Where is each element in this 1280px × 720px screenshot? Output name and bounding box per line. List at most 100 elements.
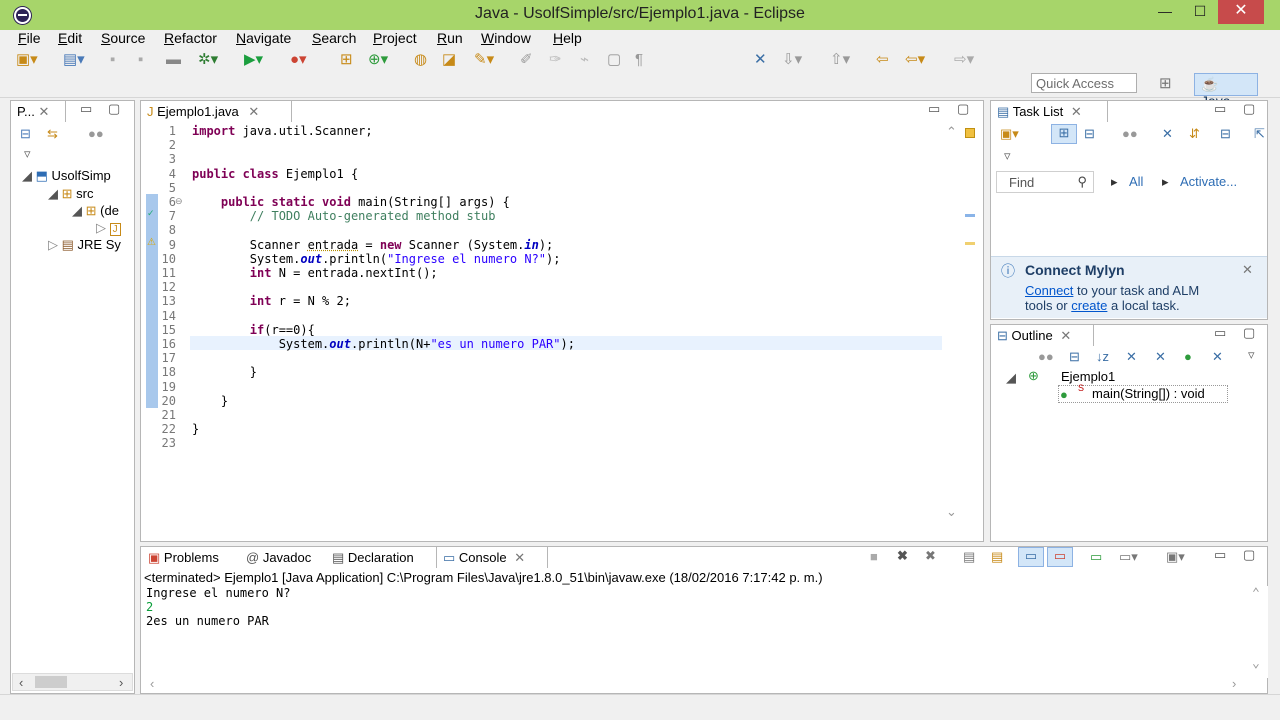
annotation-icon[interactable]: ✐	[520, 51, 533, 69]
last-edit-icon[interactable]: ⇦	[876, 51, 889, 69]
code-line[interactable]: import java.util.Scanner;	[192, 124, 373, 138]
scroll-lock-icon[interactable]: ▤	[991, 549, 1003, 565]
code-line[interactable]: System.out.println(N+"es un numero PAR")…	[192, 337, 575, 351]
pin-console-icon[interactable]: ▭	[1090, 549, 1102, 565]
tab-outline[interactable]: ⊟ Outline ✕	[990, 324, 1094, 346]
scroll-left-icon[interactable]: ‹	[194, 520, 198, 524]
run-icon[interactable]: ▶▾	[244, 51, 263, 69]
categorized-icon[interactable]: ⊞	[1051, 124, 1077, 144]
show-stderr-icon[interactable]: ▭	[1047, 547, 1073, 567]
code-line[interactable]: }	[192, 365, 257, 379]
maximize-icon[interactable]: ▢	[1243, 547, 1255, 563]
close-tab-icon[interactable]: ✕	[38, 104, 49, 119]
open-console-icon[interactable]: ▣▾	[1166, 549, 1185, 565]
terminate-icon[interactable]: ■	[870, 549, 878, 564]
code-editor[interactable]: 1 import java.util.Scanner; 2 3 4 public clas…	[142, 122, 982, 524]
code-line[interactable]: public static void main(String[] args) {	[192, 195, 510, 209]
save-icon[interactable]: ▪	[110, 51, 115, 69]
maximize-icon[interactable]: ▢	[108, 101, 120, 117]
src-tree-item[interactable]: ◢ ⊞ src	[48, 186, 94, 202]
scroll-right-icon[interactable]: ›	[1232, 676, 1236, 691]
code-line[interactable]: }	[192, 422, 199, 436]
view-menu-icon[interactable]: ▿	[1004, 148, 1011, 164]
sort-icon[interactable]: ↓z	[1096, 349, 1109, 364]
project-tree-item[interactable]: ◢ ⬒ UsolfSimp	[22, 168, 132, 184]
maximize-icon[interactable]: ▢	[1243, 325, 1255, 341]
tab-package-explorer[interactable]: P... ✕	[10, 100, 66, 122]
open-perspective-icon[interactable]: ⊞	[1159, 75, 1172, 93]
overview-warning-icon[interactable]	[965, 128, 975, 138]
pilcrow-icon[interactable]: ¶	[635, 51, 643, 69]
close-mylyn-icon[interactable]: ✕	[1242, 262, 1253, 278]
tab-task-list[interactable]: ▤ Task List ✕	[990, 100, 1108, 122]
menu-search[interactable]: Search	[312, 30, 356, 46]
package-explorer-hscrollbar[interactable]: ‹ ›	[12, 673, 133, 691]
console-output[interactable]: Ingrese el numero N? 2 2es un numero PAR…	[142, 586, 1268, 678]
display-console-icon[interactable]: ▭▾	[1119, 549, 1138, 565]
java-perspective-button[interactable]: ☕ Java	[1194, 73, 1258, 109]
scroll-down-icon[interactable]: ⌄	[946, 504, 957, 520]
pin-icon[interactable]: ✕	[754, 51, 767, 69]
tab-declaration[interactable]: ▤ Declaration	[326, 547, 420, 569]
new-package-icon[interactable]: ⊞	[340, 51, 353, 69]
new-type-icon[interactable]: ▤▾	[63, 51, 85, 69]
search-tool-icon[interactable]: ✎▾	[474, 51, 494, 69]
overview-task-mark[interactable]	[965, 214, 975, 217]
hide-fields-icon[interactable]: ✕	[1126, 349, 1137, 365]
clear-console-icon[interactable]: ▤	[963, 549, 975, 565]
save-all-icon[interactable]: ▪	[138, 51, 143, 69]
scroll-up-icon[interactable]: ⌃	[946, 124, 957, 140]
create-link[interactable]: create	[1071, 298, 1107, 313]
link-editor-icon[interactable]: ⇆	[47, 126, 58, 142]
minimize-icon[interactable]: ▭	[1214, 547, 1226, 563]
code-line[interactable]: if(r==0){	[192, 323, 315, 337]
code-line[interactable]: int r = N % 2;	[192, 294, 351, 308]
minimize-icon[interactable]: ▭	[80, 101, 92, 117]
open-folder-icon[interactable]: ◪	[442, 51, 456, 69]
forward-icon[interactable]: ⇨▾	[954, 51, 974, 69]
close-tab-icon[interactable]: ✕	[1060, 328, 1071, 343]
scroll-right-icon[interactable]: ›	[119, 675, 123, 690]
minimize-icon[interactable]: ▭	[1214, 101, 1226, 117]
collapse-all-icon[interactable]: ⊟	[1069, 349, 1080, 365]
close-tab-icon[interactable]: ✕	[514, 550, 525, 565]
code-line[interactable]: // TODO Auto-generated method stub	[192, 209, 496, 223]
open-type-icon[interactable]: ◍	[414, 51, 427, 69]
remove-all-icon[interactable]: ✖	[925, 548, 936, 564]
maximize-icon[interactable]: ▢	[1243, 101, 1255, 117]
code-line[interactable]: Scanner entrada = new Scanner (System.in…	[192, 238, 553, 252]
overview-warning-mark[interactable]	[965, 242, 975, 245]
tab-javadoc[interactable]: @ Javadoc	[240, 547, 317, 569]
menu-project[interactable]: Project	[373, 30, 417, 46]
tab-problems[interactable]: ▣ Problems	[142, 547, 225, 569]
menu-run[interactable]: Run	[437, 30, 463, 46]
close-button[interactable]: ✕	[1218, 0, 1264, 24]
menu-help[interactable]: Help	[553, 30, 582, 46]
code-line[interactable]: public class Ejemplo1 {	[192, 167, 358, 181]
prev-annotation-icon[interactable]: ⇧▾	[830, 51, 850, 69]
scroll-right-icon[interactable]: ›	[928, 520, 932, 524]
java-file-tree-item[interactable]: ▷ J	[96, 220, 121, 236]
focus-icon[interactable]: ●●	[1122, 126, 1138, 141]
hide-static-icon[interactable]: ✕	[1155, 349, 1166, 365]
maximize-button[interactable]: ☐	[1185, 0, 1215, 24]
mark-occurrences-icon[interactable]: ✑	[549, 51, 562, 69]
maximize-icon[interactable]: ▢	[957, 101, 969, 117]
all-tasks-link[interactable]: All	[1129, 174, 1143, 189]
package-tree-item[interactable]: ◢ ⊞ (de	[72, 203, 132, 219]
focus-icon[interactable]: ●●	[1038, 349, 1054, 364]
next-annotation-icon[interactable]: ⇩▾	[782, 51, 802, 69]
minimize-icon[interactable]: ▭	[928, 101, 940, 117]
sync-icon[interactable]: ⇵	[1189, 126, 1200, 142]
new-class-icon[interactable]: ⊕▾	[368, 51, 388, 69]
close-tab-icon[interactable]: ✕	[1071, 104, 1082, 119]
connect-link[interactable]: Connect	[1025, 283, 1073, 298]
menu-edit[interactable]: Edit	[58, 30, 82, 46]
expand-icon[interactable]: ⇱	[1254, 126, 1265, 142]
menu-file[interactable]: File	[18, 30, 41, 46]
fold-icon[interactable]: ⊖	[175, 196, 183, 207]
menu-source[interactable]: Source	[101, 30, 145, 46]
debug-icon[interactable]: ✲▾	[198, 51, 218, 69]
scroll-left-icon[interactable]: ‹	[19, 675, 23, 690]
hide-local-types-icon[interactable]: ✕	[1212, 349, 1223, 365]
